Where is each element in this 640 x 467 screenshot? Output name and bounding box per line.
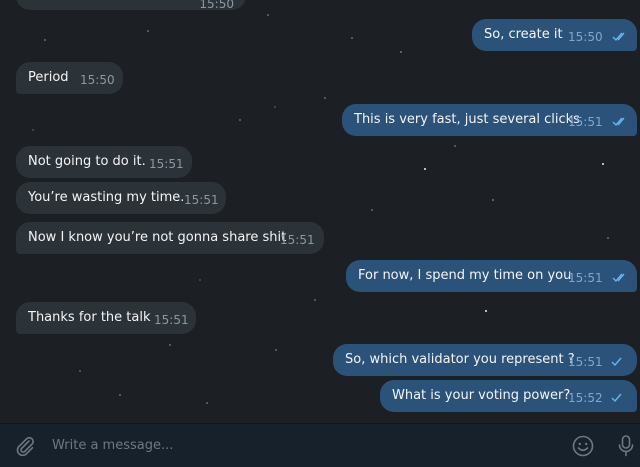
- message-text: So, create it: [484, 27, 563, 42]
- message-text: Not going to do it.: [28, 154, 146, 169]
- message-time: 15:51: [280, 233, 315, 247]
- smiley-icon[interactable]: [571, 434, 595, 458]
- message-time: 15:51: [184, 193, 219, 207]
- message-text: Now I know you’re not gonna share shit: [28, 230, 287, 245]
- paperclip-icon[interactable]: [14, 435, 36, 457]
- double-check-icon: [612, 273, 625, 283]
- message-time: 15:51: [568, 355, 603, 369]
- message-time: 15:50: [199, 0, 234, 11]
- incoming-message[interactable]: You’re wasting my time. 15:51: [16, 182, 226, 214]
- check-icon: [611, 357, 622, 367]
- outgoing-message[interactable]: So, which validator you represent ? 15:5…: [333, 344, 637, 376]
- double-check-icon: [612, 117, 625, 127]
- message-text: What is your voting power?: [392, 388, 571, 403]
- message-time: 15:50: [568, 30, 603, 44]
- chat-history[interactable]: 15:50 So, create it 15:50 Period 15:50 T…: [0, 0, 640, 423]
- message-input[interactable]: Write a message...: [52, 438, 173, 453]
- message-time: 15:51: [154, 313, 189, 327]
- check-icon: [611, 393, 622, 403]
- message-bubble-partial[interactable]: 15:50: [16, 0, 246, 11]
- outgoing-message[interactable]: For now, I spend my time on you 15:51: [346, 260, 637, 292]
- message-time: 15:50: [80, 73, 115, 87]
- double-check-icon: [612, 32, 625, 42]
- message-time: 15:51: [149, 157, 184, 171]
- incoming-message[interactable]: Now I know you’re not gonna share shit 1…: [16, 222, 324, 254]
- microphone-icon[interactable]: [616, 434, 636, 458]
- message-text: This is very fast, just several clicks: [354, 112, 580, 127]
- incoming-message[interactable]: Not going to do it. 15:51: [16, 146, 192, 178]
- message-text: So, which validator you represent ?: [345, 352, 575, 367]
- message-text: You’re wasting my time.: [28, 190, 185, 205]
- outgoing-message[interactable]: This is very fast, just several clicks 1…: [342, 104, 637, 136]
- message-time: 15:52: [568, 391, 603, 405]
- incoming-message[interactable]: Thanks for the talk 15:51: [16, 302, 196, 334]
- message-composer: Write a message...: [0, 423, 640, 467]
- outgoing-message[interactable]: So, create it 15:50: [472, 19, 637, 51]
- message-time: 15:51: [568, 271, 603, 285]
- incoming-message[interactable]: Period 15:50: [16, 62, 123, 94]
- outgoing-message[interactable]: What is your voting power? 15:52: [380, 380, 637, 412]
- message-text: For now, I spend my time on you: [358, 268, 572, 283]
- message-time: 15:51: [568, 115, 603, 129]
- message-text: Thanks for the talk: [28, 310, 151, 325]
- message-text: Period: [28, 70, 69, 85]
